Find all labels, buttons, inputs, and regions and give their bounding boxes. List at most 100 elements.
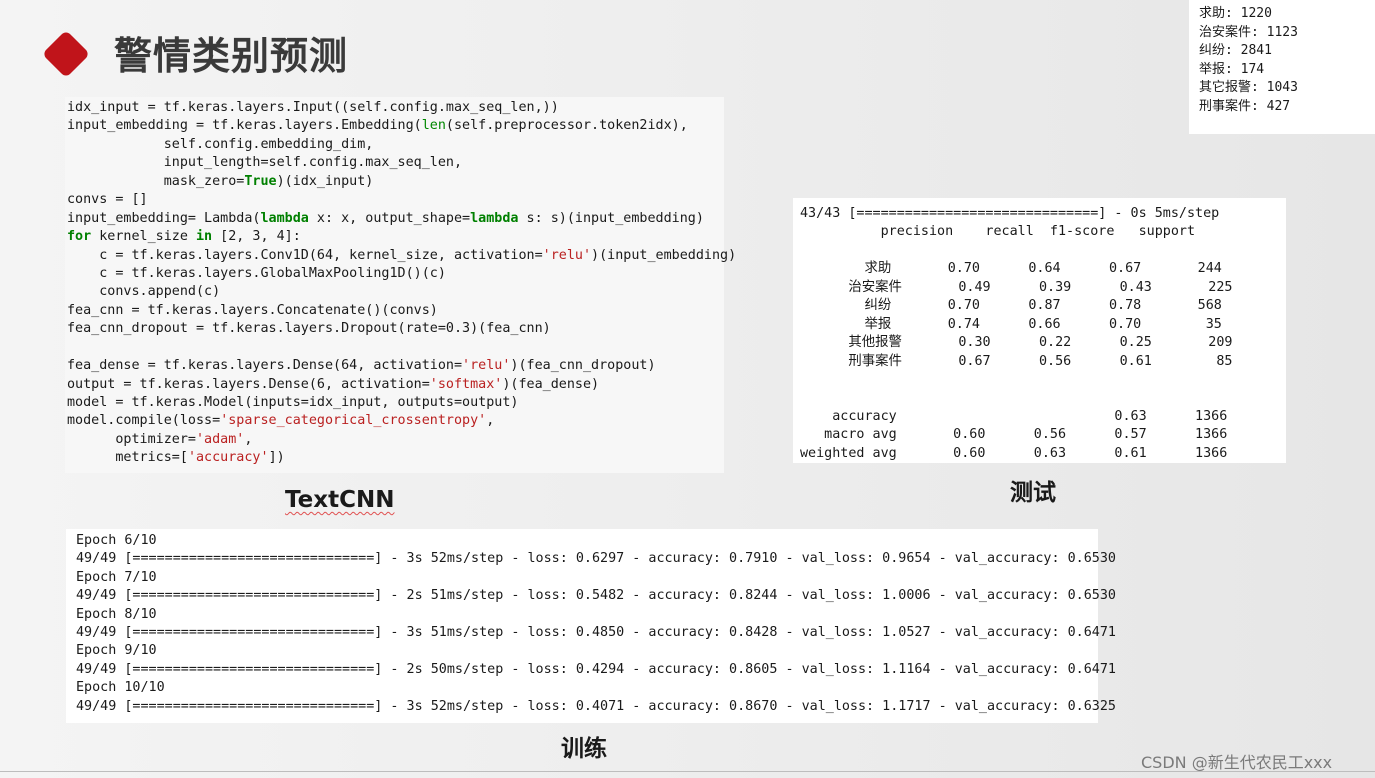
code-token: 'softmax' [429, 376, 503, 392]
log-line: 49/49 [==============================] -… [76, 551, 1116, 567]
code-token: model.compile(loss= [67, 413, 221, 429]
code-token: fea_cnn = tf.keras.layers.Concatenate()(… [67, 302, 438, 318]
classification-report: 43/43 [==============================] -… [800, 205, 1232, 463]
code-line: fea_dense = tf.keras.layers.Dense(64, ac… [67, 357, 736, 375]
code-token: convs = [] [67, 192, 148, 208]
report-line: 刑事案件 0.67 0.56 0.61 85 [800, 353, 1233, 369]
code-token: 'sparse_categorical_crossentropy' [220, 413, 487, 429]
report-line: 举报 0.74 0.66 0.70 35 [800, 316, 1222, 332]
code-line: fea_cnn = tf.keras.layers.Concatenate()(… [67, 302, 736, 320]
training-log: Epoch 6/10 49/49 [=======================… [76, 532, 1116, 716]
code-token: metrics=[ [67, 450, 188, 466]
log-line: Epoch 10/10 [76, 680, 165, 696]
report-line: macro avg 0.60 0.56 0.57 1366 [800, 427, 1228, 443]
report-line: 求助 0.70 0.64 0.67 244 [800, 261, 1222, 277]
code-line: for kernel_size in [2, 3, 4]: [67, 228, 736, 246]
code-token: , [244, 431, 253, 447]
report-line: precision recall f1-score support [800, 224, 1196, 240]
report-line: weighted avg 0.60 0.63 0.61 1366 [800, 445, 1228, 461]
code-token: convs.append(c) [67, 284, 221, 300]
code-line: output = tf.keras.layers.Dense(6, activa… [67, 376, 736, 394]
training-log-panel: Epoch 6/10 49/49 [=======================… [66, 529, 1116, 723]
code-line: c = tf.keras.layers.Conv1D(64, kernel_si… [67, 247, 736, 265]
code-token: x: x, output_shape= [308, 210, 471, 226]
code-line: optimizer='adam', [67, 431, 736, 449]
code-line: fea_cnn_dropout = tf.keras.layers.Dropou… [67, 320, 736, 338]
code-block: idx_input = tf.keras.layers.Input((self.… [67, 99, 736, 468]
page-title: 警情类别预测 [114, 34, 349, 78]
code-token: 'relu' [542, 247, 592, 263]
code-line: self.config.embedding_dim, [67, 136, 736, 154]
report-line [800, 371, 1232, 389]
code-token: optimizer= [67, 431, 196, 447]
code-line: input_embedding= Lambda(lambda x: x, out… [67, 210, 736, 228]
code-token: ]) [268, 450, 285, 466]
code-line: mask_zero=True)(idx_input) [67, 173, 736, 191]
class-count-item: 其它报警: 1043 [1199, 80, 1298, 95]
code-token: fea_cnn_dropout = tf.keras.layers.Dropou… [67, 321, 551, 337]
code-token: s: s)(input_embedding) [518, 210, 704, 226]
code-line: input_embedding = tf.keras.layers.Embedd… [67, 117, 736, 135]
class-count-item: 纠纷: 2841 [1199, 43, 1272, 58]
code-token: (self.preprocessor.token2idx), [445, 118, 688, 134]
code-line: model.compile(loss='sparse_categorical_c… [67, 412, 736, 430]
test-caption: 测试 [1010, 480, 1056, 506]
log-line: Epoch 8/10 [76, 606, 157, 622]
code-line: c = tf.keras.layers.GlobalMaxPooling1D()… [67, 265, 736, 283]
report-line: 纠纷 0.70 0.87 0.78 568 [800, 298, 1222, 314]
class-count-item: 治安案件: 1123 [1199, 24, 1298, 40]
train-caption: 训练 [561, 736, 607, 762]
report-line [800, 242, 1232, 260]
code-line: input_length=self.config.max_seq_len, [67, 154, 736, 172]
log-line: Epoch 7/10 [76, 569, 157, 585]
code-token: model = tf.keras.Model(inputs=idx_input,… [67, 395, 519, 410]
log-line: 49/49 [==============================] -… [76, 661, 1116, 677]
code-token: )(input_embedding) [591, 247, 737, 263]
code-panel: idx_input = tf.keras.layers.Input((self.… [65, 97, 736, 473]
log-line: Epoch 6/10 [76, 533, 157, 548]
code-token: input_length=self.config.max_seq_len, [67, 155, 463, 171]
report-line: 43/43 [==============================] -… [800, 206, 1220, 221]
code-token: len [421, 118, 446, 134]
code-line: convs.append(c) [67, 283, 736, 301]
code-token: idx_input = tf.keras.layers.Input((self.… [67, 100, 559, 115]
code-line: idx_input = tf.keras.layers.Input((self.… [67, 99, 736, 117]
code-token: input_embedding= Lambda( [67, 210, 261, 226]
code-token: )(idx_input) [276, 173, 374, 189]
code-token: mask_zero= [67, 173, 245, 189]
code-line: metrics=['accuracy']) [67, 449, 736, 467]
watermark: CSDN @新生代农民工xxx [1141, 753, 1333, 772]
code-token: True [244, 173, 277, 189]
code-token: self.config.embedding_dim, [67, 136, 374, 152]
class-count-item: 刑事案件: 427 [1199, 98, 1291, 114]
code-token: c = tf.keras.layers.Conv1D(64, kernel_si… [67, 247, 543, 263]
log-line: 49/49 [==============================] -… [76, 624, 1116, 640]
log-line: 49/49 [==============================] -… [76, 588, 1116, 604]
code-token: lambda [260, 210, 309, 226]
report-line: 治安案件 0.49 0.39 0.43 225 [800, 279, 1233, 295]
report-line [800, 389, 1232, 407]
class-count-item: 举报: 174 [1199, 61, 1265, 77]
report-line: accuracy 0.63 1366 [800, 408, 1228, 424]
code-token: for [67, 229, 92, 245]
report-line: 其他报警 0.30 0.22 0.25 209 [800, 335, 1233, 351]
code-token: input_embedding = tf.keras.layers.Embedd… [67, 118, 422, 134]
diamond-bullet-icon [41, 29, 91, 79]
code-token: )(fea_dense) [502, 376, 600, 392]
code-token: c = tf.keras.layers.GlobalMaxPooling1D()… [67, 265, 446, 281]
code-token: kernel_size [91, 229, 196, 245]
code-token: fea_dense = tf.keras.layers.Dense(64, ac… [67, 358, 463, 374]
code-token: 'accuracy' [187, 450, 269, 466]
class-count-item: 求助: 1220 [1199, 6, 1272, 21]
code-token: [2, 3, 4]: [212, 229, 301, 245]
code-line: convs = [] [67, 191, 736, 209]
test-report-panel: 43/43 [==============================] -… [793, 198, 1286, 463]
code-caption: TextCNN [285, 487, 395, 513]
code-line: model = tf.keras.Model(inputs=idx_input,… [67, 394, 736, 412]
class-count-panel: 求助: 1220 治安案件: 1123 纠纷: 2841 举报: 174 其它报警: 1… [1189, 0, 1375, 134]
code-token: , [486, 413, 495, 429]
code-token: 'adam' [196, 431, 245, 447]
code-token: in [196, 229, 213, 245]
code-token: output = tf.keras.layers.Dense(6, activa… [67, 376, 430, 392]
